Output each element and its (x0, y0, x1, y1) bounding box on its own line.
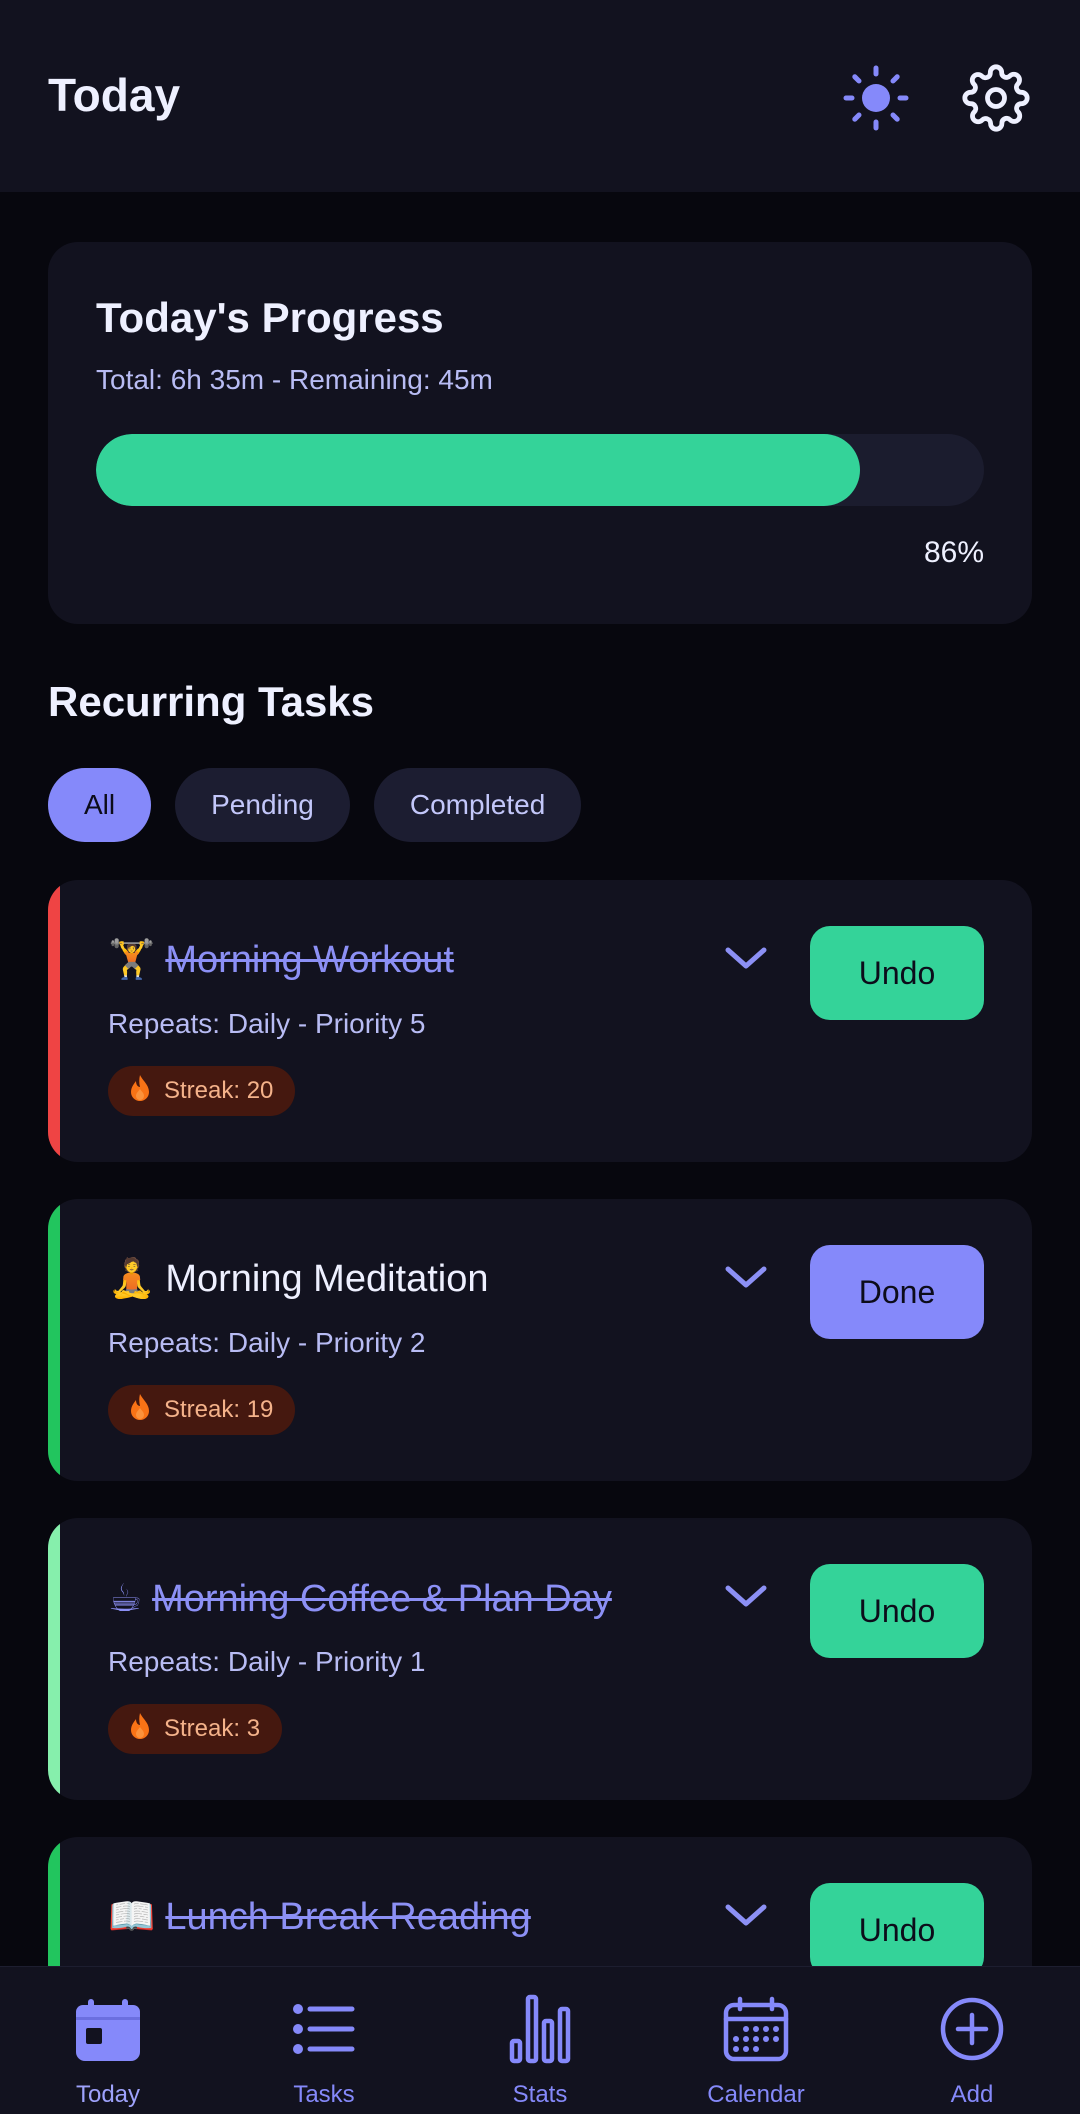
filter-completed-chip[interactable]: Completed (373, 768, 582, 842)
gear-icon (962, 64, 1030, 132)
nav-tasks[interactable]: Tasks (216, 1967, 432, 2114)
task-emoji-icon: 🏋️ (108, 939, 156, 981)
task-name: Morning Workout (165, 939, 454, 981)
expand-chevron-button[interactable] (718, 1570, 774, 1626)
plus-circle-icon (936, 1993, 1008, 2065)
bar-chart-icon (504, 1993, 576, 2065)
flame-icon (130, 1393, 150, 1428)
bottom-nav: Today Tasks Stats Calendar Add (0, 1966, 1080, 2114)
nav-label: Tasks (293, 2081, 355, 2108)
filter-pending-chip[interactable]: Pending (175, 768, 350, 842)
list-icon (288, 1993, 360, 2065)
streak-label: Streak: 20 (164, 1077, 274, 1104)
task-card[interactable]: 🏋️ Morning Workout Repeats: Daily - Prior… (48, 880, 1032, 1162)
streak-badge: Streak: 20 (108, 1066, 296, 1116)
task-card[interactable]: 🧘 Morning Meditation Repeats: Daily - Pri… (48, 1199, 1032, 1481)
nav-label: Add (950, 2081, 994, 2108)
task-title: ☕ Morning Coffee & Plan Day (108, 1576, 612, 1621)
progress-bar (96, 434, 984, 506)
filter-all-chip[interactable]: All (48, 768, 152, 842)
expand-chevron-button[interactable] (718, 1889, 774, 1945)
progress-bar-fill (96, 434, 860, 506)
progress-card: Today's Progress Total: 6h 35m - Remaini… (48, 242, 1032, 624)
task-priority-accent (48, 1199, 60, 1481)
task-emoji-icon: 📖 (108, 1896, 156, 1938)
page-title: Today (48, 69, 181, 121)
task-meta: Repeats: Daily - Priority 1 (108, 1646, 426, 1677)
nav-label: Stats (512, 2081, 568, 2108)
app-header: Today (0, 0, 1080, 192)
section-title: Recurring Tasks (48, 678, 375, 725)
chevron-down-icon (724, 1263, 768, 1296)
task-meta: Repeats: Daily - Priority 5 (108, 1008, 426, 1039)
task-name: Lunch Break Reading (165, 1896, 531, 1938)
flame-icon (130, 1074, 150, 1109)
task-meta: Repeats: Daily - Priority 2 (108, 1327, 426, 1358)
settings-button[interactable] (960, 62, 1032, 134)
theme-toggle-button[interactable] (840, 62, 912, 134)
calendar-icon (720, 1993, 792, 2065)
task-card[interactable]: ☕ Morning Coffee & Plan Day Repeats: Dail… (48, 1518, 1032, 1800)
chevron-down-icon (724, 944, 768, 977)
nav-label: Today (75, 2081, 141, 2108)
task-emoji-icon: 🧘 (108, 1258, 156, 1300)
task-name: Morning Meditation (165, 1258, 489, 1300)
nav-today[interactable]: Today (0, 1967, 216, 2114)
chevron-down-icon (724, 1582, 768, 1615)
task-title: 🏋️ Morning Workout (108, 938, 454, 982)
streak-badge: Streak: 19 (108, 1385, 296, 1435)
streak-label: Streak: 19 (164, 1396, 274, 1423)
calendar-day-icon (72, 1993, 144, 2065)
filter-chips: All Pending Completed (48, 768, 582, 842)
task-name: Morning Coffee & Plan Day (152, 1578, 612, 1620)
undo-button[interactable]: Undo (810, 1564, 984, 1658)
done-button[interactable]: Done (810, 1245, 984, 1339)
task-priority-accent (48, 1518, 60, 1800)
expand-chevron-button[interactable] (718, 932, 774, 988)
task-title: 🧘 Morning Meditation (108, 1257, 489, 1301)
chevron-down-icon (724, 1901, 768, 1934)
task-title: 📖 Lunch Break Reading (108, 1895, 531, 1939)
progress-subtitle: Total: 6h 35m - Remaining: 45m (96, 364, 493, 395)
task-emoji-icon: ☕ (108, 1578, 143, 1620)
nav-label: Calendar (707, 2081, 805, 2108)
streak-badge: Streak: 3 (108, 1704, 283, 1754)
undo-button[interactable]: Undo (810, 926, 984, 1020)
progress-percent: 86% (923, 536, 984, 569)
flame-icon (130, 1712, 150, 1747)
nav-stats[interactable]: Stats (432, 1967, 648, 2114)
undo-button[interactable]: Undo (810, 1883, 984, 1977)
expand-chevron-button[interactable] (718, 1251, 774, 1307)
progress-title: Today's Progress (96, 294, 444, 341)
nav-add[interactable]: Add (864, 1967, 1080, 2114)
streak-label: Streak: 3 (164, 1715, 261, 1742)
sun-icon (842, 64, 910, 132)
task-priority-accent (48, 880, 60, 1162)
nav-calendar[interactable]: Calendar (648, 1967, 864, 2114)
